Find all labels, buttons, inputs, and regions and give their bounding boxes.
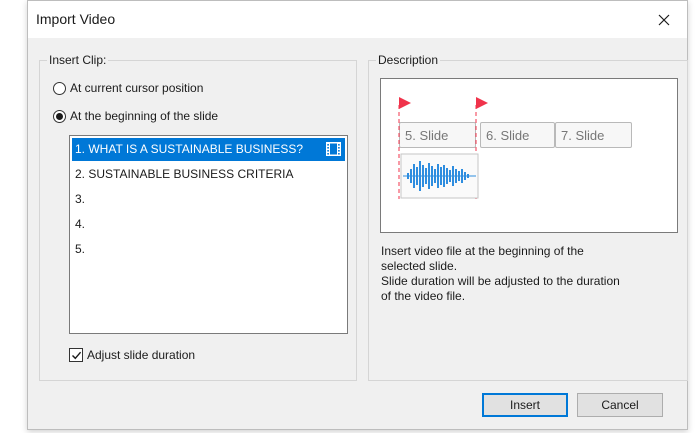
radio-slide-beginning[interactable]: At the beginning of the slide bbox=[53, 109, 218, 123]
waveform-icon bbox=[407, 161, 469, 191]
list-item[interactable]: 2. SUSTAINABLE BUSINESS CRITERIA bbox=[72, 163, 345, 186]
radio-current-cursor[interactable]: At current cursor position bbox=[53, 81, 203, 95]
preview-slide: 6. Slide bbox=[480, 122, 555, 148]
preview-slide-label: 7. Slide bbox=[561, 128, 605, 143]
insert-button[interactable]: Insert bbox=[482, 393, 568, 417]
checkbox-box[interactable] bbox=[69, 348, 83, 362]
marker-flag-icon bbox=[476, 97, 488, 109]
list-item[interactable]: 3. bbox=[72, 188, 345, 211]
list-item[interactable]: 4. bbox=[72, 213, 345, 236]
cancel-button[interactable]: Cancel bbox=[577, 393, 663, 417]
description-preview: 5. Slide 6. Slide 7. Slide bbox=[380, 78, 678, 233]
list-item-label: 3. bbox=[75, 192, 86, 206]
list-item-label: 1. WHAT IS A SUSTAINABLE BUSINESS? bbox=[75, 142, 304, 156]
marker-flag-icon bbox=[399, 97, 411, 109]
dialog-title: Import Video bbox=[36, 11, 116, 27]
timeline-illustration bbox=[398, 97, 488, 199]
description-label: Description bbox=[376, 53, 441, 67]
preview-slide-label: 5. Slide bbox=[405, 128, 449, 143]
slide-list[interactable]: 1. WHAT IS A SUSTAINABLE BUSINESS? 2. SU… bbox=[69, 135, 348, 334]
import-video-dialog: Import Video Insert Clip: At current cur… bbox=[27, 0, 688, 430]
list-item-label: 4. bbox=[75, 217, 86, 231]
radio-circle[interactable] bbox=[53, 109, 66, 123]
list-item-label: 5. bbox=[75, 242, 86, 256]
checkmark-icon bbox=[71, 351, 81, 359]
film-icon bbox=[326, 142, 341, 156]
close-button[interactable] bbox=[641, 1, 687, 38]
insert-clip-label: Insert Clip: bbox=[47, 53, 109, 67]
title-bar: Import Video bbox=[28, 1, 687, 38]
radio-current-cursor-label: At current cursor position bbox=[70, 81, 204, 95]
radio-circle[interactable] bbox=[53, 81, 66, 95]
preview-slide: 5. Slide bbox=[399, 122, 476, 148]
radio-slide-beginning-label: At the beginning of the slide bbox=[70, 109, 219, 123]
adjust-duration-checkbox[interactable]: Adjust slide duration bbox=[69, 348, 195, 362]
preview-slide-label: 6. Slide bbox=[486, 128, 530, 143]
adjust-duration-label: Adjust slide duration bbox=[87, 348, 196, 362]
list-item[interactable]: 1. WHAT IS A SUSTAINABLE BUSINESS? bbox=[72, 138, 345, 161]
description-text: Insert video file at the beginning of th… bbox=[381, 244, 620, 303]
list-item-label: 2. SUSTAINABLE BUSINESS CRITERIA bbox=[75, 167, 294, 181]
close-icon bbox=[658, 14, 670, 25]
preview-slide: 7. Slide bbox=[555, 122, 632, 148]
list-item[interactable]: 5. bbox=[72, 238, 345, 261]
